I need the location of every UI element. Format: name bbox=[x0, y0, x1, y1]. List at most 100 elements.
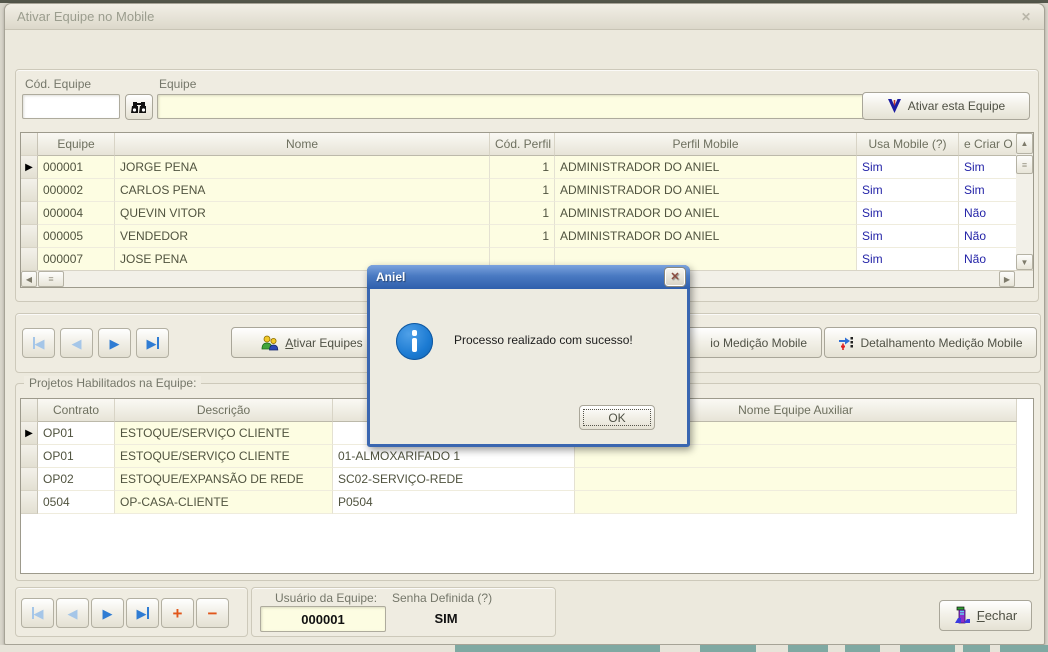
detalhamento-label: Detalhamento Medição Mobile bbox=[860, 336, 1022, 350]
grid-row[interactable]: 000002CARLOS PENA1ADMINISTRADOR DO ANIEL… bbox=[21, 179, 1017, 202]
row-gutter bbox=[21, 468, 38, 491]
column-header[interactable]: Usa Mobile (?) bbox=[857, 133, 959, 156]
grid-row[interactable]: OP02ESTOQUE/EXPANSÃO DE REDESC02-SERVIÇO… bbox=[21, 468, 1017, 491]
grid-cell: ADMINISTRADOR DO ANIEL bbox=[555, 202, 857, 225]
nav-next-button[interactable]: ▶ bbox=[98, 328, 131, 358]
scroll-down-icon[interactable]: ▼ bbox=[1016, 254, 1033, 270]
projetos-legend: Projetos Habilitados na Equipe: bbox=[24, 376, 201, 390]
proj-delete-button[interactable]: − bbox=[196, 598, 229, 628]
grid-row[interactable]: ▶000001JORGE PENA1ADMINISTRADOR DO ANIEL… bbox=[21, 156, 1017, 179]
grid-cell bbox=[575, 491, 1017, 514]
scroll-right-icon[interactable]: ▶ bbox=[999, 271, 1015, 287]
grid-cell bbox=[575, 445, 1017, 468]
grid-cell: OP01 bbox=[38, 422, 115, 445]
ativar-esta-equipe-button[interactable]: Ativar esta Equipe bbox=[862, 92, 1030, 120]
grid-cell: ESTOQUE/EXPANSÃO DE REDE bbox=[115, 468, 333, 491]
binoculars-icon bbox=[131, 101, 147, 114]
grid-cell: Sim bbox=[857, 179, 959, 202]
column-header[interactable]: Descrição bbox=[115, 399, 333, 422]
proj-nav-first-button[interactable]: ◀ bbox=[21, 598, 54, 628]
column-header[interactable]: Cód. Perfil bbox=[490, 133, 555, 156]
grid-cell: JORGE PENA bbox=[115, 156, 490, 179]
column-header[interactable]: Contrato bbox=[38, 399, 115, 422]
column-header[interactable]: e Criar O bbox=[959, 133, 1017, 156]
cod-equipe-input[interactable] bbox=[22, 94, 120, 119]
grid-cell: 1 bbox=[490, 156, 555, 179]
activate-arrow-icon bbox=[887, 98, 902, 114]
equipe-input[interactable] bbox=[157, 94, 977, 119]
grid-cell: ESTOQUE/SERVIÇO CLIENTE bbox=[115, 445, 333, 468]
row-gutter bbox=[21, 179, 38, 202]
grid-cell: 000002 bbox=[38, 179, 115, 202]
teams-grid-body: EquipeNomeCód. PerfilPerfil MobileUsa Mo… bbox=[21, 133, 1017, 271]
proj-nav-next-button[interactable]: ▶ bbox=[91, 598, 124, 628]
medicao-mobile-label: io Medição Mobile bbox=[710, 336, 807, 350]
horizontal-scroll-thumb[interactable]: ≡ bbox=[38, 271, 64, 287]
column-header[interactable]: Nome bbox=[115, 133, 490, 156]
equipe-label: Equipe bbox=[159, 77, 196, 91]
grid-row[interactable]: OP01ESTOQUE/SERVIÇO CLIENTE01-ALMOXARIFA… bbox=[21, 445, 1017, 468]
proj-nav-last-button[interactable]: ▶ bbox=[126, 598, 159, 628]
scroll-left-icon[interactable]: ◀ bbox=[21, 271, 37, 287]
grid-cell: ADMINISTRADOR DO ANIEL bbox=[555, 225, 857, 248]
vertical-scroll-thumb[interactable]: ≡ bbox=[1016, 155, 1033, 174]
grid-cell: ADMINISTRADOR DO ANIEL bbox=[555, 156, 857, 179]
window-titlebar: Ativar Equipe no Mobile ✕ bbox=[5, 4, 1044, 30]
column-header[interactable]: Equipe bbox=[38, 133, 115, 156]
people-icon bbox=[261, 335, 279, 351]
grid-row[interactable]: 000005VENDEDOR1ADMINISTRADOR DO ANIELSim… bbox=[21, 225, 1017, 248]
grid-cell: 000007 bbox=[38, 248, 115, 271]
row-gutter bbox=[21, 248, 38, 271]
grid-cell: OP02 bbox=[38, 468, 115, 491]
row-gutter bbox=[21, 445, 38, 468]
dialog-title: Aniel bbox=[376, 270, 405, 284]
grid-row[interactable]: 0504OP-CASA-CLIENTEP0504 bbox=[21, 491, 1017, 514]
grid-cell: Sim bbox=[857, 156, 959, 179]
grid-cell: P0504 bbox=[333, 491, 575, 514]
nav-last-button[interactable]: ▶ bbox=[136, 328, 169, 358]
grid-cell: Não bbox=[959, 202, 1017, 225]
usuario-label: Usuário da Equipe: bbox=[275, 591, 377, 605]
detalhamento-medicao-button[interactable]: Detalhamento Medição Mobile bbox=[824, 327, 1037, 358]
grid-cell: Sim bbox=[857, 202, 959, 225]
grid-cell: 01-ALMOXARIFADO 1 bbox=[333, 445, 575, 468]
grid-cell: CARLOS PENA bbox=[115, 179, 490, 202]
grid-cell bbox=[575, 468, 1017, 491]
search-button[interactable] bbox=[125, 94, 153, 120]
ok-button[interactable]: OK bbox=[579, 405, 655, 430]
grid-cell: SC02-SERVIÇO-REDE bbox=[333, 468, 575, 491]
grid-row[interactable]: 000004QUEVIN VITOR1ADMINISTRADOR DO ANIE… bbox=[21, 202, 1017, 225]
window-close-icon[interactable]: ✕ bbox=[1016, 9, 1036, 26]
fechar-label: Fechar bbox=[977, 608, 1017, 623]
nav-next-icon: ▶ bbox=[110, 337, 120, 350]
row-gutter bbox=[21, 225, 38, 248]
grid-cell: 0504 bbox=[38, 491, 115, 514]
ok-label: OK bbox=[580, 406, 654, 429]
row-pointer-icon: ▶ bbox=[21, 156, 37, 179]
row-gutter bbox=[21, 491, 38, 514]
usuario-input[interactable] bbox=[260, 606, 386, 632]
dialog-message: Processo realizado com sucesso! bbox=[454, 333, 633, 347]
background-bottom-strip bbox=[0, 645, 1048, 652]
scroll-up-icon[interactable]: ▲ bbox=[1016, 133, 1033, 154]
cod-equipe-label: Cód. Equipe bbox=[25, 77, 91, 91]
grid-cell: Não bbox=[959, 248, 1017, 271]
nav-prev-button[interactable]: ◀ bbox=[60, 328, 93, 358]
teams-grid-vertical-scrollbar[interactable]: ▲ ≡ ▼ bbox=[1016, 133, 1033, 270]
grid-cell: VENDEDOR bbox=[115, 225, 490, 248]
proj-nav-prev-button[interactable]: ◀ bbox=[56, 598, 89, 628]
column-header[interactable]: Perfil Mobile bbox=[555, 133, 857, 156]
grid-cell: ADMINISTRADOR DO ANIEL bbox=[555, 179, 857, 202]
info-icon bbox=[396, 323, 433, 360]
nav-first-button[interactable]: ◀ bbox=[22, 328, 55, 358]
ativar-esta-equipe-label: Ativar esta Equipe bbox=[908, 99, 1005, 113]
user-info-panel: Usuário da Equipe: Senha Definida (?) SI… bbox=[251, 587, 556, 637]
dialog-close-icon[interactable]: ✕ bbox=[665, 268, 685, 286]
grid-corner bbox=[21, 133, 38, 156]
row-gutter bbox=[21, 202, 38, 225]
fechar-button[interactable]: Fechar bbox=[939, 600, 1032, 631]
proj-add-button[interactable]: + bbox=[161, 598, 194, 628]
grid-cell: 1 bbox=[490, 202, 555, 225]
grid-cell: Sim bbox=[857, 248, 959, 271]
proj-nav-last-icon: ▶ bbox=[137, 607, 147, 620]
